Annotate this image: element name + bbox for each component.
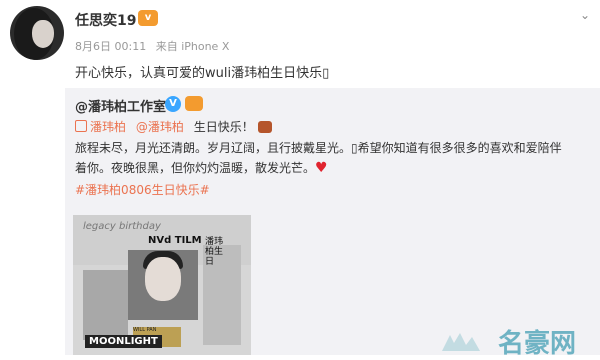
body-line-1: 旅程未尽，月光还清朗。岁月辽阔，且行披戴星光。 [75, 141, 352, 155]
avatar[interactable] [10, 6, 64, 60]
chevron-down-icon[interactable]: ⌄ [580, 8, 590, 22]
body-glyph: ▯ [351, 141, 358, 155]
mention-link[interactable]: @潘玮柏 [136, 120, 184, 134]
verified-icon: V [165, 96, 181, 112]
repost-author[interactable]: @潘玮柏工作室 [75, 96, 166, 115]
vip-badge-icon: v [138, 10, 158, 26]
vip-badge-icon [185, 96, 203, 111]
poster-vertical-text: 潘玮柏生日 [205, 237, 224, 267]
poster-image[interactable]: legacy birthday NVd TILM 潘玮柏生日 WILL PAN … [73, 215, 251, 355]
body-line-1b: 希望你知道有很多很多的喜欢和爱陪伴 [357, 141, 562, 155]
repost-card[interactable]: @潘玮柏工作室 V 潘玮柏 @潘玮柏 生日快乐！ 旅程未尽，月光还清朗。岁月辽阔… [65, 88, 600, 355]
post-meta: 8月6日 00:11 来自 iPhone X [75, 38, 235, 54]
username[interactable]: 任思奕19 [75, 10, 136, 30]
post-content: 开心快乐，认真可爱的wuli潘玮柏生日快乐▯ [75, 62, 329, 81]
body-line-2: 着你。夜晚很黑，但你灼灼温暖，散发光芒。 [75, 161, 316, 175]
poster-left-photo [83, 270, 128, 340]
repost-body: 旅程未尽，月光还清朗。岁月辽阔，且行披戴星光。▯希望你知道有很多很多的喜欢和爱陪… [75, 138, 585, 178]
poster-name-tag: NVd TILM [148, 235, 202, 246]
mention-icon [75, 120, 87, 132]
heart-icon: ♥ [315, 160, 328, 176]
post-content-glyph: ▯ [322, 66, 330, 81]
greeting-text: 生日快乐！ [193, 120, 254, 134]
poster-script: legacy birthday [83, 221, 161, 232]
watermark-logo: 名豪网 [440, 325, 600, 359]
poster-face [145, 257, 181, 301]
mention-label: 潘玮柏 [90, 120, 127, 134]
post-source: 来自 iPhone X [155, 40, 230, 53]
post-content-text: 开心快乐，认真可爱的wuli潘玮柏生日快乐 [75, 66, 323, 81]
watermark-text: 名豪网 [498, 329, 577, 359]
hashtag-link[interactable]: #潘玮柏0806生日快乐# [75, 181, 210, 198]
poster-bottom-text: MOONLIGHT [85, 335, 162, 348]
repost-mentions: 潘玮柏 @潘玮柏 生日快乐！ [75, 118, 272, 135]
mention-link[interactable]: 潘玮柏 [75, 120, 126, 134]
watermark-icon [442, 333, 480, 351]
post-date[interactable]: 8月6日 00:11 [75, 40, 146, 53]
cake-icon [257, 121, 272, 133]
